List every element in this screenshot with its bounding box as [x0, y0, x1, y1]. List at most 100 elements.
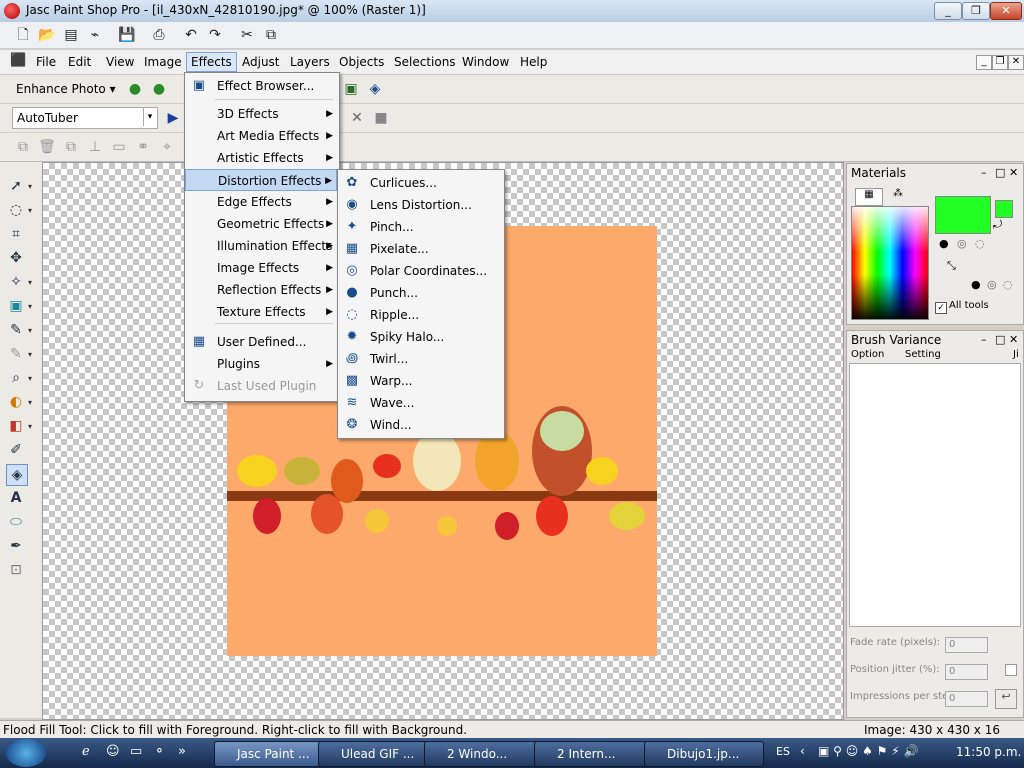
- language-indicator[interactable]: ES: [776, 745, 790, 758]
- menu-item-wind[interactable]: ❂ Wind...: [338, 414, 502, 436]
- bg-pattern-icon[interactable]: ◌: [1003, 278, 1013, 291]
- clock[interactable]: 11:50 p.m.: [956, 745, 1021, 759]
- chevron-down-icon[interactable]: ▾: [28, 326, 36, 335]
- chevron-down-icon[interactable]: ▾: [28, 398, 36, 407]
- save-icon[interactable]: 💾: [118, 26, 136, 44]
- menu-edit[interactable]: Edit: [64, 53, 95, 71]
- preset-shape-icon[interactable]: ⬭: [6, 512, 26, 532]
- menu-view[interactable]: View: [102, 53, 138, 71]
- all-tools-checkbox[interactable]: ✓: [935, 302, 947, 314]
- airbrush-icon[interactable]: ✎: [6, 344, 26, 364]
- open-file-icon[interactable]: 📂: [38, 26, 56, 44]
- enhance-photo-button[interactable]: Enhance Photo ▾: [16, 79, 116, 99]
- menu-item-illumination-effects[interactable]: Illumination Effects ▶: [185, 235, 337, 257]
- impressions-input[interactable]: 0: [945, 691, 988, 707]
- ie-quicklaunch-icon[interactable]: ℯ: [82, 744, 90, 759]
- task-internet[interactable]: 2 Intern...: [534, 741, 662, 767]
- tray-expand-icon[interactable]: ‹: [800, 744, 805, 758]
- column-setting[interactable]: Setting: [905, 349, 941, 360]
- swatches-tab[interactable]: ⁂: [885, 188, 911, 204]
- pattern-icon[interactable]: ◌: [975, 237, 985, 250]
- mdi-minimize-button[interactable]: _: [976, 55, 992, 70]
- gradient-icon[interactable]: ◎: [957, 237, 967, 250]
- pointer-tool-icon[interactable]: ➚: [6, 176, 26, 196]
- color-replacer-icon[interactable]: ◐: [6, 392, 26, 412]
- menu-layers[interactable]: Layers: [286, 53, 334, 71]
- foreground-swatch[interactable]: [935, 196, 991, 234]
- task-ulead[interactable]: Ulead GIF ...: [318, 741, 440, 767]
- pause-script-icon[interactable]: ■: [372, 109, 390, 127]
- bg-gradient-icon[interactable]: ◎: [987, 278, 997, 291]
- flood-fill-icon[interactable]: ◈: [6, 464, 28, 486]
- script-select[interactable]: AutoTuber: [12, 107, 158, 129]
- minimize-button[interactable]: _: [934, 2, 962, 20]
- tray-icons[interactable]: ▣ ⚲ ☺ ♠ ⚑ ⚡ 🔊: [818, 744, 918, 758]
- menu-item-lens-distortion[interactable]: ◉ Lens Distortion...: [338, 194, 502, 216]
- browse-icon[interactable]: ▤: [62, 26, 80, 44]
- chevron-down-icon[interactable]: ▾: [28, 182, 36, 191]
- stop-script-icon[interactable]: ✕: [348, 109, 366, 127]
- menu-item-plugins[interactable]: Plugins ▶: [185, 353, 337, 375]
- menu-item-ripple[interactable]: ◌ Ripple...: [338, 304, 502, 326]
- cube-icon[interactable]: ◈: [366, 80, 384, 98]
- bg-solid-icon[interactable]: ●: [971, 278, 981, 291]
- clone-tool-icon[interactable]: ▣: [6, 296, 26, 316]
- menu-item-spiky-halo[interactable]: ✹ Spiky Halo...: [338, 326, 502, 348]
- layer-lock-icon[interactable]: ⌖: [158, 138, 176, 156]
- text-tool-icon[interactable]: A: [6, 488, 26, 508]
- app-icon[interactable]: [4, 3, 20, 19]
- menu-item-art-media-effects[interactable]: Art Media Effects ▶: [185, 125, 337, 147]
- variance-list[interactable]: [849, 363, 1021, 627]
- color-picker[interactable]: [851, 206, 929, 320]
- document-icon[interactable]: ⬛: [10, 53, 26, 69]
- panel-maximize-icon[interactable]: □: [995, 331, 1005, 349]
- layer-link-icon[interactable]: ⚭: [134, 138, 152, 156]
- redo-icon[interactable]: ↷: [206, 26, 224, 44]
- layer-folder-icon[interactable]: ▭: [110, 138, 128, 156]
- chevron-down-icon[interactable]: ▾: [28, 374, 36, 383]
- chevron-down-icon[interactable]: ▾: [143, 108, 156, 126]
- start-button[interactable]: [6, 739, 46, 767]
- swap-colors-icon[interactable]: ⤾: [993, 218, 1002, 232]
- menu-item-texture-effects[interactable]: Texture Effects ▶: [185, 301, 337, 323]
- menu-item-user-defined[interactable]: ▦ User Defined...: [185, 331, 337, 353]
- copy-icon[interactable]: ⧉: [262, 26, 280, 44]
- menu-item-image-effects[interactable]: Image Effects ▶: [185, 257, 337, 279]
- messenger-quicklaunch-icon[interactable]: ☺: [106, 744, 120, 759]
- dodge-tool-icon[interactable]: ◧: [6, 416, 26, 436]
- chevron-down-icon[interactable]: ▾: [28, 278, 36, 287]
- menu-item-wave[interactable]: ≋ Wave...: [338, 392, 502, 414]
- layer-delete-icon[interactable]: 🗑: [38, 138, 56, 156]
- menu-item-pinch[interactable]: ✦ Pinch...: [338, 216, 502, 238]
- panel-close-icon[interactable]: ✕: [1009, 331, 1018, 349]
- menu-item-punch[interactable]: ● Punch...: [338, 282, 502, 304]
- menu-item-artistic-effects[interactable]: Artistic Effects ▶: [185, 147, 337, 169]
- mdi-restore-button[interactable]: ❐: [992, 55, 1008, 70]
- menu-effects[interactable]: Effects: [186, 52, 237, 72]
- menu-item-warp[interactable]: ▩ Warp...: [338, 370, 502, 392]
- menu-selections[interactable]: Selections: [390, 53, 460, 71]
- picture-tube-icon[interactable]: ✐: [6, 440, 26, 460]
- lasso-tool-icon[interactable]: ◌: [6, 200, 26, 220]
- chevron-down-icon[interactable]: ▾: [28, 206, 36, 215]
- cut-icon[interactable]: ✂: [238, 26, 256, 44]
- column-jitter[interactable]: Ji: [1013, 349, 1019, 360]
- layer-merge-icon[interactable]: ⊥: [86, 138, 104, 156]
- more-quicklaunch-icon[interactable]: »: [178, 744, 186, 759]
- menu-item-effect-browser[interactable]: ▣ Effect Browser...: [185, 75, 337, 97]
- menu-item-curlicues[interactable]: ✿ Curlicues...: [338, 172, 502, 194]
- menu-item-geometric-effects[interactable]: Geometric Effects ▶: [185, 213, 337, 235]
- red-eye-icon[interactable]: ●: [126, 80, 144, 98]
- chevron-down-icon[interactable]: ▾: [28, 302, 36, 311]
- menu-item-pixelate[interactable]: ▦ Pixelate...: [338, 238, 502, 260]
- panel-minimize-icon[interactable]: –: [981, 331, 987, 349]
- close-button[interactable]: ✕: [990, 2, 1022, 20]
- task-windows[interactable]: 2 Windo...: [424, 741, 552, 767]
- photo-fix-icon[interactable]: ▣: [342, 80, 360, 98]
- task-dibujo[interactable]: Dibujo1.jp...: [644, 741, 764, 767]
- panel-minimize-icon[interactable]: –: [981, 164, 987, 182]
- run-script-icon[interactable]: ▶: [164, 109, 182, 127]
- menu-item-edge-effects[interactable]: Edge Effects ▶: [185, 191, 337, 213]
- menu-item-reflection-effects[interactable]: Reflection Effects ▶: [185, 279, 337, 301]
- menu-window[interactable]: Window: [458, 53, 513, 71]
